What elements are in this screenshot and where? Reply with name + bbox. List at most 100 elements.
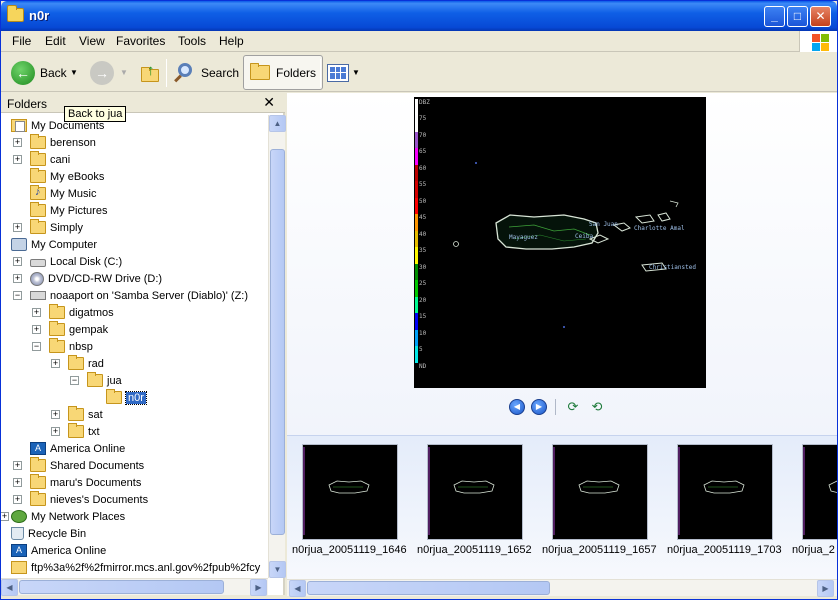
menu-tools[interactable]: Tools bbox=[178, 34, 206, 48]
tree-item[interactable]: My Network Places bbox=[11, 508, 125, 525]
scroll-thumb[interactable] bbox=[307, 581, 550, 595]
folders-icon bbox=[250, 63, 270, 80]
local-disk-icon bbox=[30, 259, 46, 267]
folder-icon bbox=[49, 321, 65, 336]
tree-item[interactable]: gempak bbox=[49, 321, 108, 338]
expand-icon[interactable]: + bbox=[51, 359, 60, 368]
up-folder-button[interactable]: ↑ bbox=[139, 55, 161, 90]
forward-dropdown-button[interactable]: ▼ bbox=[120, 55, 128, 90]
chevron-down-icon: ▼ bbox=[120, 68, 128, 77]
recycle-bin-icon bbox=[11, 527, 24, 540]
tree-item[interactable]: A America Online bbox=[30, 440, 125, 457]
thumbnail-image[interactable] bbox=[552, 444, 648, 540]
tree-item[interactable]: My eBooks bbox=[30, 168, 104, 185]
rotate-clockwise-button[interactable]: ⟳ bbox=[564, 400, 582, 414]
tree-item[interactable]: berenson bbox=[30, 134, 96, 151]
menu-help[interactable]: Help bbox=[219, 34, 244, 48]
tree-item-label: noaaport on 'Samba Server (Diablo)' (Z:) bbox=[50, 289, 249, 302]
title-bar[interactable]: n0r _ □ ✕ bbox=[1, 1, 837, 31]
tree-item[interactable]: ftp%3a%2f%2fmirror.mcs.anl.gov%2fpub%2fc… bbox=[11, 559, 260, 575]
thumbnail-image[interactable] bbox=[302, 444, 398, 540]
expand-icon[interactable]: + bbox=[13, 138, 22, 147]
scroll-thumb[interactable] bbox=[19, 580, 224, 594]
expand-icon[interactable]: + bbox=[51, 410, 60, 419]
menu-edit[interactable]: Edit bbox=[45, 34, 66, 48]
aol-icon: A bbox=[30, 442, 46, 455]
tree-item[interactable]: My Pictures bbox=[30, 202, 107, 219]
tree-item-label: DVD/CD-RW Drive (D:) bbox=[48, 272, 163, 285]
collapse-icon[interactable]: − bbox=[32, 342, 41, 351]
previous-image-button[interactable]: ◀ bbox=[509, 399, 525, 415]
search-button[interactable]: Search bbox=[173, 55, 239, 90]
thumbnail-image[interactable] bbox=[677, 444, 773, 540]
expand-icon[interactable]: + bbox=[13, 257, 22, 266]
collapse-icon[interactable]: − bbox=[13, 291, 22, 300]
tree-item[interactable]: digatmos bbox=[49, 304, 114, 321]
tree-item[interactable]: Recycle Bin bbox=[11, 525, 86, 542]
tree-item[interactable]: n0r bbox=[106, 389, 147, 406]
scroll-right-button[interactable]: ▶ bbox=[250, 579, 267, 596]
maximize-button[interactable]: □ bbox=[787, 6, 808, 27]
forward-button[interactable]: → bbox=[90, 55, 114, 90]
tree-item[interactable]: noaaport on 'Samba Server (Diablo)' (Z:) bbox=[30, 287, 248, 304]
up-folder-icon: ↑ bbox=[139, 62, 161, 84]
thumbnail-image[interactable] bbox=[427, 444, 523, 540]
minimize-button[interactable]: _ bbox=[764, 6, 785, 27]
folder-icon bbox=[87, 372, 103, 387]
scroll-left-button[interactable]: ◀ bbox=[1, 579, 18, 596]
menu-view[interactable]: View bbox=[79, 34, 105, 48]
tree-item[interactable]: Shared Documents bbox=[30, 457, 144, 474]
folder-tree-horizontal-scrollbar[interactable]: ◀ ▶ bbox=[1, 578, 268, 596]
tree-item[interactable]: sat bbox=[68, 406, 103, 423]
tree-item-label: My eBooks bbox=[50, 170, 105, 183]
tree-item[interactable]: jua bbox=[87, 372, 122, 389]
tree-item[interactable]: maru's Documents bbox=[30, 474, 141, 491]
back-button[interactable]: ← Back bbox=[11, 55, 67, 90]
tree-item[interactable]: Local Disk (C:) bbox=[30, 253, 122, 270]
radar-image[interactable]: DBZ 75 70 65 60 55 50 45 40 35 30 25 20 15 10 5 ND bbox=[414, 97, 706, 388]
tree-item[interactable]: DVD/CD-RW Drive (D:) bbox=[30, 270, 162, 287]
tree-item[interactable]: cani bbox=[30, 151, 70, 168]
next-image-button[interactable]: ▶ bbox=[531, 399, 547, 415]
tree-item[interactable]: My Computer bbox=[11, 236, 97, 253]
expand-icon[interactable]: + bbox=[13, 223, 22, 232]
collapse-icon[interactable]: − bbox=[70, 376, 79, 385]
folders-button[interactable]: Folders bbox=[243, 55, 324, 90]
expand-icon[interactable]: + bbox=[13, 478, 22, 487]
tree-item[interactable]: My Music bbox=[30, 185, 96, 202]
scroll-right-button[interactable]: ▶ bbox=[817, 580, 834, 597]
filmstrip-horizontal-scrollbar[interactable]: ◀ ▶ bbox=[287, 579, 837, 597]
scroll-thumb[interactable] bbox=[270, 149, 285, 535]
tree-item-label: Local Disk (C:) bbox=[50, 255, 123, 268]
expand-icon[interactable]: + bbox=[1, 512, 9, 521]
tree-item[interactable]: nbsp bbox=[49, 338, 93, 355]
expand-icon[interactable]: + bbox=[13, 461, 22, 470]
rotate-clockwise-icon: ⟳ bbox=[567, 399, 579, 414]
folder-tree-vertical-scrollbar[interactable]: ▲ ▼ bbox=[268, 115, 286, 578]
views-button[interactable]: ▼ bbox=[327, 55, 360, 90]
close-button[interactable]: ✕ bbox=[810, 6, 831, 27]
expand-icon[interactable]: + bbox=[13, 155, 22, 164]
expand-icon[interactable]: + bbox=[13, 274, 22, 283]
tree-item-label: jua bbox=[107, 374, 122, 387]
tree-item[interactable]: txt bbox=[68, 423, 100, 440]
scroll-up-button[interactable]: ▲ bbox=[269, 115, 286, 132]
tree-item-label: digatmos bbox=[69, 306, 114, 319]
tree-item[interactable]: Simply bbox=[30, 219, 83, 236]
back-dropdown-button[interactable]: ▼ bbox=[70, 55, 78, 90]
thumbnail-image[interactable] bbox=[802, 444, 837, 540]
expand-icon[interactable]: + bbox=[51, 427, 60, 436]
tree-item[interactable]: nieves's Documents bbox=[30, 491, 148, 508]
close-pane-icon[interactable]: ✕ bbox=[263, 94, 275, 111]
scroll-down-button[interactable]: ▼ bbox=[269, 561, 286, 578]
rotate-counterclockwise-button[interactable]: ⟲ bbox=[588, 400, 606, 414]
expand-icon[interactable]: + bbox=[32, 308, 41, 317]
tree-item[interactable]: rad bbox=[68, 355, 104, 372]
scroll-left-button[interactable]: ◀ bbox=[289, 580, 306, 597]
menu-favorites[interactable]: Favorites bbox=[116, 34, 165, 48]
menu-file[interactable]: File bbox=[12, 34, 31, 48]
tree-item[interactable]: A America Online bbox=[11, 542, 106, 559]
expand-icon[interactable]: + bbox=[13, 495, 22, 504]
expand-icon[interactable]: + bbox=[32, 325, 41, 334]
menu-bar: File Edit View Favorites Tools Help bbox=[1, 31, 837, 52]
